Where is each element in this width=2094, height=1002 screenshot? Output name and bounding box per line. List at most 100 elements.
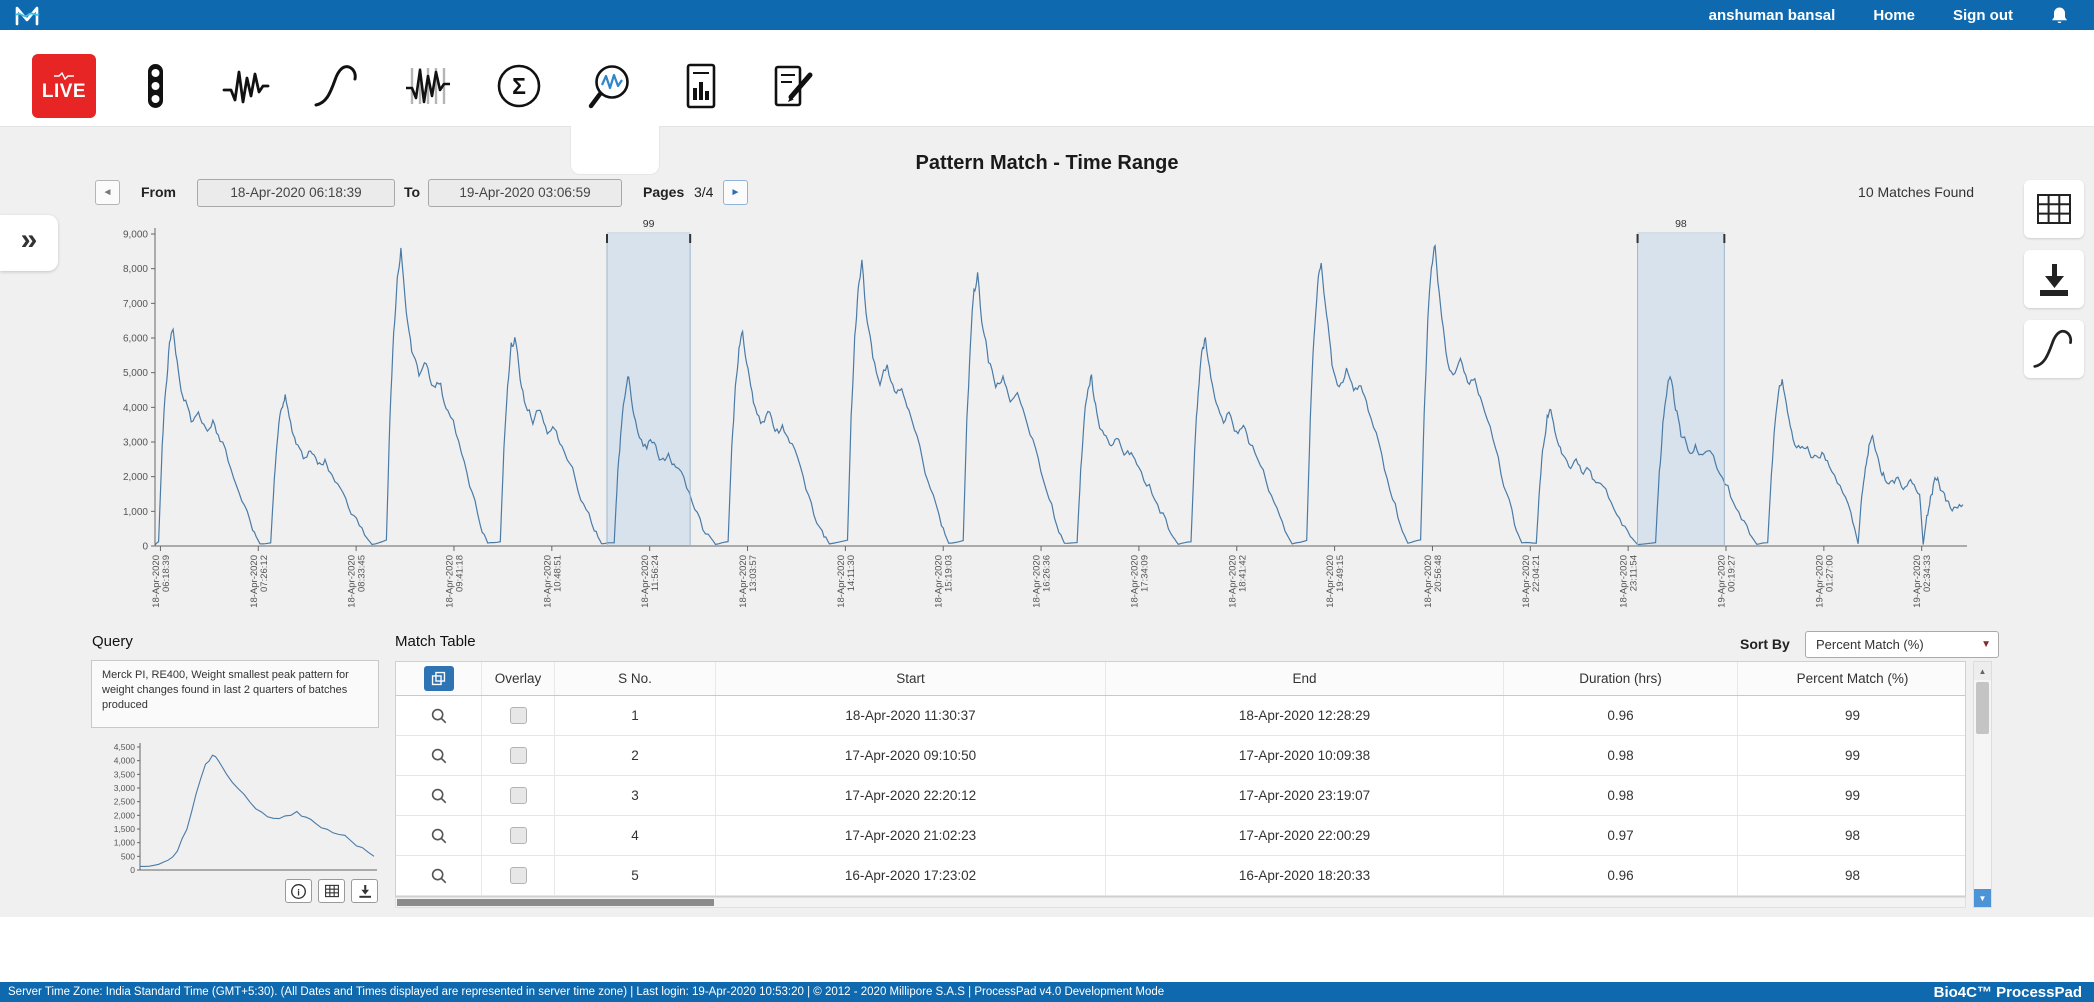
svg-text:4,000: 4,000 — [123, 403, 148, 414]
report-document-icon — [677, 62, 725, 110]
vertical-scrollbar[interactable]: ▲ ▼ — [1973, 661, 1992, 908]
grid-icon — [324, 883, 340, 899]
svg-text:20:56:48: 20:56:48 — [1433, 555, 1444, 592]
to-date-input[interactable]: 19-Apr-2020 03:06:59 — [428, 179, 622, 207]
tab-status[interactable] — [123, 54, 187, 118]
magnifier-icon — [430, 747, 448, 765]
svg-text:0: 0 — [130, 865, 135, 875]
live-label: LIVE — [42, 82, 86, 101]
brand-text: Bio4C™ ProcessPad — [1934, 984, 2082, 1001]
download-icon — [357, 883, 373, 899]
svg-text:1,500: 1,500 — [114, 824, 136, 834]
header-end: End — [1106, 662, 1504, 695]
svg-text:1,000: 1,000 — [123, 507, 148, 518]
row-start: 17-Apr-2020 09:10:50 — [716, 736, 1106, 775]
server-status-text: Server Time Zone: India Standard Time (G… — [8, 986, 1164, 998]
query-title: Query — [92, 633, 133, 650]
row-end: 17-Apr-2020 23:19:07 — [1106, 776, 1504, 815]
row-zoom-button[interactable] — [396, 816, 482, 855]
svg-text:2,000: 2,000 — [123, 472, 148, 483]
table-row: 217-Apr-2020 09:10:5017-Apr-2020 10:09:3… — [396, 736, 1965, 776]
download-icon — [2032, 257, 2076, 301]
horizontal-scrollbar[interactable] — [395, 897, 1966, 908]
prev-page-button[interactable]: ◄ — [95, 180, 120, 205]
svg-text:4,500: 4,500 — [114, 742, 136, 752]
tab-summary[interactable]: Σ — [487, 54, 551, 118]
svg-text:08:33:45: 08:33:45 — [357, 555, 368, 592]
row-duration: 0.96 — [1504, 696, 1738, 735]
svg-text:22:04:21: 22:04:21 — [1531, 555, 1542, 592]
match-table: Overlay S No. Start End Duration (hrs) P… — [395, 661, 1966, 897]
overlay-checkbox[interactable] — [510, 787, 527, 804]
tab-curve-compare[interactable] — [305, 54, 369, 118]
row-start: 18-Apr-2020 11:30:37 — [716, 696, 1106, 735]
svg-text:18:41:42: 18:41:42 — [1237, 555, 1248, 592]
query-table-button[interactable] — [318, 879, 345, 903]
tab-annotations[interactable] — [760, 54, 824, 118]
query-download-button[interactable] — [351, 879, 378, 903]
svg-text:3,500: 3,500 — [114, 769, 136, 779]
expand-panel-button[interactable]: » — [0, 215, 58, 271]
scrollbar-up-button[interactable]: ▲ — [1974, 662, 1991, 680]
svg-text:1,000: 1,000 — [114, 838, 136, 848]
tab-reports[interactable] — [669, 54, 733, 118]
overlay-checkbox[interactable] — [510, 707, 527, 724]
next-arrow-icon: ► — [731, 187, 741, 198]
row-duration: 0.96 — [1504, 856, 1738, 895]
sort-by-select[interactable]: Percent Match (%) ▼ — [1805, 631, 1999, 658]
magnifier-icon — [430, 787, 448, 805]
row-zoom-button[interactable] — [396, 696, 482, 735]
scrollbar-thumb[interactable] — [1976, 682, 1989, 734]
page-title: Pattern Match - Time Range — [0, 152, 2094, 175]
tab-batch-trends[interactable] — [396, 54, 460, 118]
row-duration: 0.98 — [1504, 736, 1738, 775]
row-sno: 2 — [555, 736, 716, 775]
user-name[interactable]: anshuman bansal — [1709, 7, 1836, 24]
svg-text:16:26:36: 16:26:36 — [1042, 555, 1053, 592]
row-zoom-button[interactable] — [396, 776, 482, 815]
from-date-input[interactable]: 18-Apr-2020 06:18:39 — [197, 179, 395, 207]
row-start: 17-Apr-2020 21:02:23 — [716, 816, 1106, 855]
table-view-button[interactable] — [2024, 180, 2084, 238]
row-percent: 98 — [1738, 816, 1967, 855]
home-link[interactable]: Home — [1873, 7, 1915, 24]
tab-pattern-match[interactable] — [578, 54, 642, 118]
tab-live[interactable]: LIVE — [32, 54, 96, 118]
tab-trends[interactable] — [214, 54, 278, 118]
pattern-match-chart[interactable]: 01,0002,0003,0004,0005,0006,0007,0008,00… — [100, 216, 1980, 636]
main-content: Pattern Match - Time Range ◄ From 18-Apr… — [0, 127, 2094, 917]
row-zoom-button[interactable] — [396, 736, 482, 775]
svg-text:01:27:00: 01:27:00 — [1824, 555, 1835, 592]
match-table-title: Match Table — [395, 633, 476, 650]
query-chart: 05001,0001,5002,0002,5003,0003,5004,0004… — [91, 735, 391, 885]
overlay-checkbox[interactable] — [510, 867, 527, 884]
magnifier-icon — [430, 827, 448, 845]
horizontal-scrollbar-thumb[interactable] — [397, 899, 714, 906]
overlay-all-button[interactable] — [424, 666, 454, 691]
row-end: 17-Apr-2020 10:09:38 — [1106, 736, 1504, 775]
query-description: Merck PI, RE400, Weight smallest peak pa… — [91, 660, 379, 728]
query-info-button[interactable]: i — [285, 879, 312, 903]
scrollbar-down-button[interactable]: ▼ — [1974, 889, 1991, 907]
from-label: From — [141, 184, 176, 200]
top-bar: anshuman bansal Home Sign out — [0, 0, 2094, 30]
overlay-checkbox[interactable] — [510, 827, 527, 844]
sort-by-value: Percent Match (%) — [1816, 637, 1924, 652]
download-button[interactable] — [2024, 250, 2084, 308]
status-bar: Server Time Zone: India Standard Time (G… — [0, 982, 2094, 1002]
next-page-button[interactable]: ► — [723, 180, 748, 205]
curve-view-button[interactable] — [2024, 320, 2084, 378]
toolbar: LIVE — [0, 30, 2094, 127]
signout-link[interactable]: Sign out — [1953, 7, 2013, 24]
header-percent: Percent Match (%) — [1738, 662, 1967, 695]
magnifier-icon — [430, 707, 448, 725]
row-overlay-cell — [482, 736, 555, 775]
down-arrow-icon: ▼ — [1979, 894, 1987, 903]
prev-arrow-icon: ◄ — [103, 187, 113, 198]
table-row: 417-Apr-2020 21:02:2317-Apr-2020 22:00:2… — [396, 816, 1965, 856]
notification-bell-icon[interactable] — [2051, 6, 2068, 25]
overlay-checkbox[interactable] — [510, 747, 527, 764]
row-zoom-button[interactable] — [396, 856, 482, 895]
row-sno: 1 — [555, 696, 716, 735]
magnifier-icon — [430, 867, 448, 885]
